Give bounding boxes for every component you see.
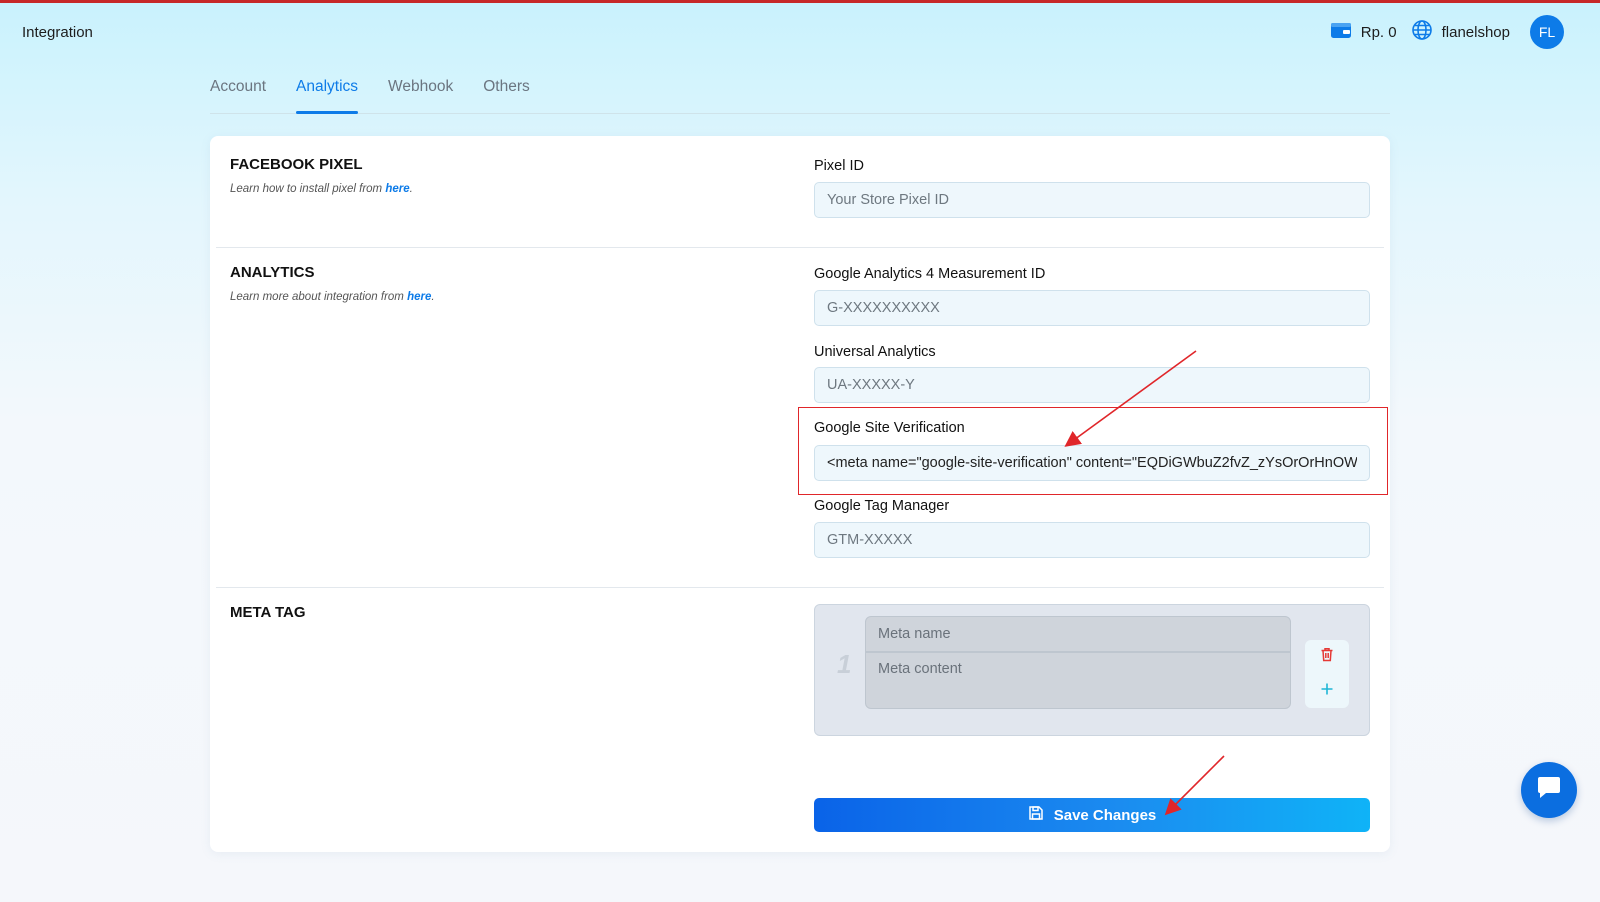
facebook-pixel-title: FACEBOOK PIXEL [230,156,363,173]
ga4-label: Google Analytics 4 Measurement ID [814,266,1046,282]
meta-name-input[interactable] [865,616,1291,652]
balance-display[interactable]: Rp. 0 [1330,21,1397,43]
top-bar: Integration Rp. 0 flanelshop FL [0,0,1600,64]
globe-icon [1411,19,1433,45]
integration-card: FACEBOOK PIXEL Learn how to install pixe… [210,136,1390,852]
facebook-pixel-desc-suffix: . [409,183,413,195]
tab-analytics[interactable]: Analytics [296,66,359,114]
save-changes-label: Save Changes [1053,806,1157,824]
chat-bubble-icon [1534,774,1564,807]
tab-webhook[interactable]: Webhook [388,66,453,113]
universal-analytics-input[interactable] [814,367,1370,403]
facebook-pixel-description: Learn how to install pixel from here. [230,183,413,195]
meta-tag-row: 1 [814,604,1370,736]
ga4-input[interactable] [814,290,1370,326]
analytics-desc-suffix: . [431,291,435,303]
google-tag-manager-input[interactable] [814,522,1370,558]
google-site-verification-label: Google Site Verification [814,420,965,436]
section-divider [216,587,1384,588]
chat-button[interactable] [1521,762,1577,818]
meta-tag-title: META TAG [230,604,306,621]
pixel-id-input[interactable] [814,182,1370,218]
save-changes-button[interactable]: Save Changes [814,798,1370,832]
tab-account[interactable]: Account [210,66,266,113]
google-site-verification-input[interactable] [814,445,1370,481]
analytics-description: Learn more about integration from here. [230,291,435,303]
delete-meta-button[interactable] [1305,640,1349,674]
shop-name: flanelshop [1441,23,1510,41]
analytics-desc-text: Learn more about integration from [230,291,404,303]
tab-others[interactable]: Others [483,66,530,113]
add-meta-button[interactable] [1305,674,1349,708]
plus-icon [1320,682,1334,701]
analytics-title: ANALYTICS [230,264,315,281]
settings-tabs: Account Analytics Webhook Others [210,66,1390,114]
pixel-id-label: Pixel ID [814,158,864,174]
universal-analytics-label: Universal Analytics [814,344,936,360]
balance-value: Rp. 0 [1360,23,1397,41]
analytics-help-link[interactable]: here [407,291,431,303]
avatar[interactable]: FL [1530,15,1564,49]
top-right-group: Rp. 0 flanelshop FL [1330,15,1564,49]
google-tag-manager-label: Google Tag Manager [814,498,950,514]
wallet-icon [1330,21,1352,43]
save-icon [1028,805,1044,825]
facebook-pixel-help-link[interactable]: here [385,183,409,195]
page-title: Integration [22,23,93,41]
facebook-pixel-desc-text: Learn how to install pixel from [230,183,383,195]
meta-row-index: 1 [837,649,852,679]
section-divider [216,247,1384,248]
trash-icon [1320,647,1334,667]
meta-content-input[interactable] [865,652,1291,709]
shop-selector[interactable]: flanelshop [1411,19,1510,45]
